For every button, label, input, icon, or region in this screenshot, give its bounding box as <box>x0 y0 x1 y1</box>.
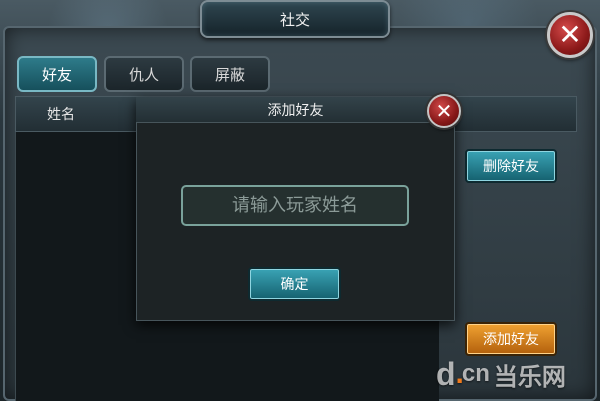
tab-enemies[interactable]: 仇人 <box>104 56 184 92</box>
window-title: 社交 <box>200 0 390 38</box>
window-close-button[interactable]: ✕ <box>547 12 593 58</box>
close-icon: ✕ <box>558 18 582 51</box>
tab-friends[interactable]: 好友 <box>17 56 97 92</box>
column-header-name: 姓名 <box>47 107 75 123</box>
confirm-button[interactable]: 确定 <box>248 267 341 301</box>
close-icon: ✕ <box>435 99 453 123</box>
tab-blocked-label: 屏蔽 <box>214 65 245 84</box>
tab-friends-label: 好友 <box>41 65 72 84</box>
add-friend-button[interactable]: 添加好友 <box>465 322 557 356</box>
window-title-text: 社交 <box>279 10 310 29</box>
tab-enemies-label: 仇人 <box>128 65 159 84</box>
player-name-input[interactable] <box>181 185 409 226</box>
add-friend-label: 添加好友 <box>483 332 539 348</box>
delete-friend-button[interactable]: 删除好友 <box>465 149 557 183</box>
dialog-title: 添加好友 <box>136 97 455 123</box>
delete-friend-label: 删除好友 <box>483 159 539 175</box>
confirm-label: 确定 <box>280 277 309 293</box>
dialog-title-text: 添加好友 <box>267 102 324 119</box>
dialog-close-button[interactable]: ✕ <box>427 94 461 128</box>
tab-blocked[interactable]: 屏蔽 <box>190 56 270 92</box>
